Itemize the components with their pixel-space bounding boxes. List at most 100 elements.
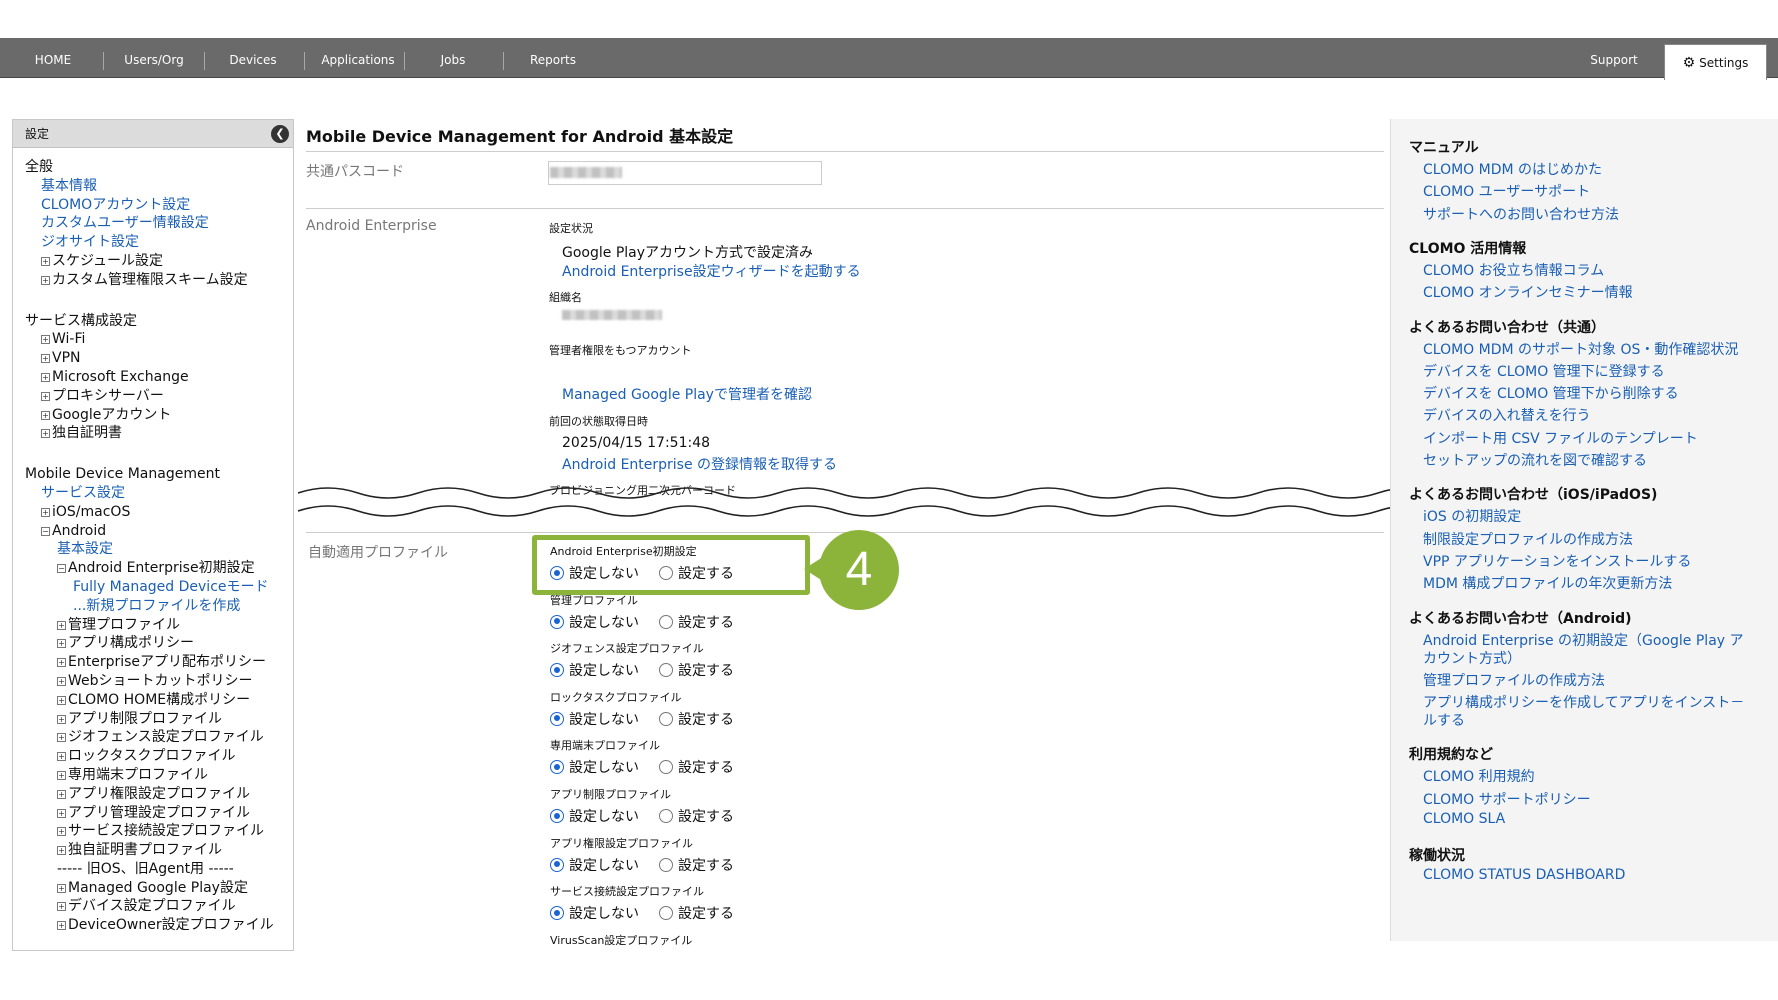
radio-do-not-set-button[interactable] [550, 663, 564, 678]
radio-set-button[interactable] [659, 663, 673, 678]
expand-plus-icon[interactable]: + [57, 658, 66, 668]
radio-do-not-set-option[interactable]: 設定しない [550, 855, 639, 875]
help-link[interactable]: CLOMO STATUS DASHBOARD [1423, 867, 1625, 883]
sidebar-item[interactable]: + デバイス設定プロファイル [13, 897, 293, 916]
help-link[interactable]: Android Enterprise の初期設定（Google Play ア [1423, 630, 1744, 650]
nav-devices[interactable]: Devices [214, 38, 292, 78]
sidebar-item[interactable]: ジオサイト設定 [13, 233, 293, 252]
refresh-registration-link[interactable]: Android Enterprise の登録情報を取得する [562, 454, 837, 474]
expand-plus-icon[interactable]: + [57, 827, 66, 837]
sidebar-item[interactable]: + アプリ権限設定プロファイル [13, 785, 293, 804]
radio-do-not-set-option[interactable]: 設定しない [550, 612, 639, 632]
expand-plus-icon[interactable]: + [57, 639, 66, 649]
radio-set-option[interactable]: 設定する [659, 660, 734, 680]
nav-support[interactable]: Support [1580, 38, 1648, 78]
nav-users-org[interactable]: Users/Org [112, 38, 196, 78]
expand-plus-icon[interactable]: + [57, 676, 66, 686]
expand-plus-icon[interactable]: + [41, 354, 50, 364]
radio-do-not-set-option[interactable]: 設定しない [550, 757, 639, 777]
sidebar-item[interactable]: サービス設定 [13, 484, 293, 503]
sidebar-item[interactable]: + CLOMO HOME構成ポリシー [13, 691, 293, 710]
expand-plus-icon[interactable]: + [41, 429, 50, 439]
sidebar-item[interactable]: + アプリ管理設定プロファイル [13, 804, 293, 823]
expand-plus-icon[interactable]: + [57, 789, 66, 799]
collapse-minus-icon[interactable]: − [41, 526, 50, 536]
sidebar-item[interactable]: + 管理プロファイル [13, 616, 293, 635]
help-link[interactable]: CLOMO オンラインセミナー情報 [1423, 282, 1633, 302]
sidebar-item[interactable]: 基本情報 [13, 177, 293, 196]
radio-set-option[interactable]: 設定する [659, 709, 734, 729]
sidebar-item[interactable]: + Managed Google Play設定 [13, 879, 293, 898]
help-link[interactable]: CLOMO お役立ち情報コラム [1423, 260, 1604, 280]
sidebar-item[interactable]: + DeviceOwner設定プロファイル [13, 916, 293, 935]
radio-set-button[interactable] [659, 809, 673, 823]
help-link[interactable]: CLOMO MDM のはじめかた [1423, 159, 1602, 179]
nav-home[interactable]: HOME [20, 38, 86, 78]
radio-set-button[interactable] [659, 760, 673, 775]
help-link[interactable]: アプリ構成ポリシーを作成してアプリをインスト－ [1423, 692, 1744, 712]
help-link[interactable]: MDM 構成プロファイルの年次更新方法 [1423, 573, 1672, 593]
sidebar-item[interactable]: + ジオフェンス設定プロファイル [13, 728, 293, 747]
radio-do-not-set-option[interactable]: 設定しない [550, 903, 639, 923]
radio-do-not-set-button[interactable] [550, 614, 564, 629]
radio-do-not-set-button[interactable] [550, 711, 564, 726]
sidebar-item[interactable]: + Microsoft Exchange [13, 368, 293, 387]
sidebar-item[interactable]: + Googleアカウント [13, 406, 293, 425]
radio-set-button[interactable] [659, 711, 673, 726]
help-link[interactable]: CLOMO ユーザーサポート [1423, 181, 1590, 201]
help-link[interactable]: CLOMO SLA [1423, 811, 1505, 827]
help-link[interactable]: ルする [1423, 710, 1465, 730]
expand-plus-icon[interactable]: + [57, 883, 66, 893]
expand-plus-icon[interactable]: + [41, 275, 50, 285]
wizard-link[interactable]: Android Enterprise設定ウィザードを起動する [562, 261, 861, 281]
help-link[interactable]: iOS の初期設定 [1423, 506, 1521, 526]
sidebar-item[interactable]: + アプリ制限プロファイル [13, 710, 293, 729]
expand-plus-icon[interactable]: + [41, 372, 50, 382]
radio-do-not-set-button[interactable] [550, 809, 564, 823]
expand-plus-icon[interactable]: + [57, 752, 66, 762]
expand-plus-icon[interactable]: + [57, 695, 66, 705]
collapse-minus-icon[interactable]: − [57, 564, 66, 574]
sidebar-item[interactable]: + アプリ構成ポリシー [13, 634, 293, 653]
sidebar-item[interactable]: + VPN [13, 349, 293, 368]
sidebar-item[interactable]: + ロックタスクプロファイル [13, 747, 293, 766]
help-link[interactable]: サポートへのお問い合わせ方法 [1423, 204, 1619, 224]
radio-do-not-set-option[interactable]: 設定しない [550, 709, 639, 729]
nav-applications[interactable]: Applications [310, 38, 406, 78]
radio-do-not-set-option[interactable]: 設定しない [550, 660, 639, 680]
help-link[interactable]: セットアップの流れを図で確認する [1423, 450, 1647, 470]
sidebar-item[interactable]: + Webショートカットポリシー [13, 672, 293, 691]
sidebar-item[interactable]: − Android Enterprise初期設定 [13, 559, 293, 578]
sidebar-item[interactable]: Fully Managed Deviceモード [13, 578, 293, 597]
help-link[interactable]: デバイスの入れ替えを行う [1423, 405, 1591, 425]
sidebar-item[interactable]: 基本設定 [13, 540, 293, 559]
radio-set-button[interactable] [659, 614, 673, 629]
expand-plus-icon[interactable]: + [41, 256, 50, 266]
sidebar-item[interactable]: カスタムユーザー情報設定 [13, 214, 293, 233]
expand-plus-icon[interactable]: + [57, 902, 66, 912]
sidebar-item[interactable]: + 独自証明書プロファイル [13, 841, 293, 860]
sidebar-item[interactable]: + サービス接続設定プロファイル [13, 822, 293, 841]
expand-plus-icon[interactable]: + [41, 335, 50, 345]
help-link[interactable]: CLOMO 利用規約 [1423, 766, 1535, 786]
managed-play-admin-link[interactable]: Managed Google Playで管理者を確認 [562, 384, 812, 404]
radio-set-button[interactable] [659, 857, 673, 872]
radio-do-not-set-button[interactable] [550, 857, 564, 872]
help-link[interactable]: カウント方式） [1423, 648, 1521, 668]
sidebar-item[interactable]: − Android [13, 522, 293, 541]
radio-do-not-set-button[interactable] [550, 760, 564, 775]
nav-jobs[interactable]: Jobs [414, 38, 492, 78]
expand-plus-icon[interactable]: + [57, 846, 66, 856]
sidebar-item[interactable]: + Enterpriseアプリ配布ポリシー [13, 653, 293, 672]
expand-plus-icon[interactable]: + [57, 808, 66, 818]
help-link[interactable]: デバイスを CLOMO 管理下に登録する [1423, 361, 1665, 381]
radio-do-not-set-button[interactable] [550, 906, 564, 921]
sidebar-item[interactable]: + カスタム管理権限スキーム設定 [13, 271, 293, 290]
help-link[interactable]: VPP アプリケーションをインストールする [1423, 551, 1691, 571]
sidebar-item[interactable]: + 独自証明書 [13, 424, 293, 443]
expand-plus-icon[interactable]: + [57, 921, 66, 931]
settings-tab[interactable]: ⚙ Settings [1664, 44, 1767, 80]
radio-do-not-set-option[interactable]: 設定しない [550, 806, 639, 826]
collapse-chevron-icon[interactable]: ❮ [271, 125, 289, 143]
sidebar-item[interactable]: ...新規プロファイルを作成 [13, 597, 293, 616]
